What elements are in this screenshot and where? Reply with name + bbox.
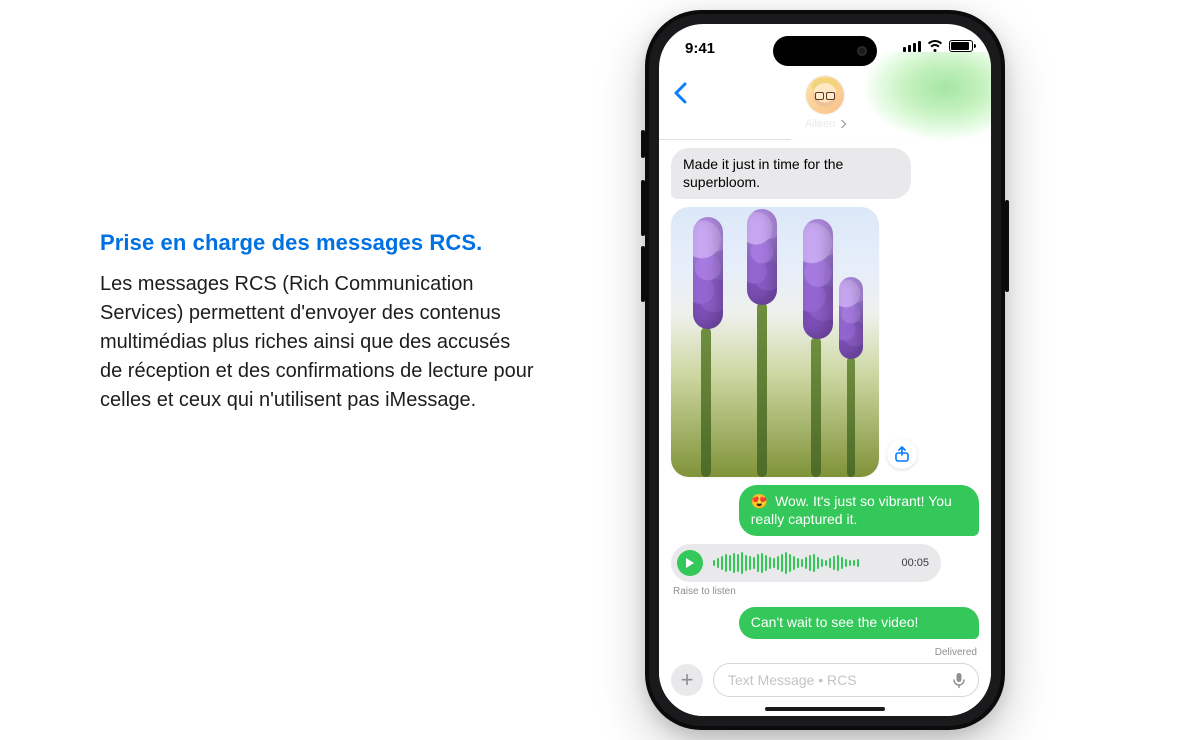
phone-mockup: 9:41 [640, 10, 1010, 730]
phone-mute-switch [641, 130, 645, 158]
outgoing-message-text: Can't wait to see the video! [751, 614, 919, 630]
marketing-copy: Prise en charge des messages RCS. Les me… [100, 230, 535, 415]
voice-duration: 00:05 [901, 557, 929, 569]
heart-eyes-emoji-icon: 😍 [751, 493, 768, 509]
message-thread[interactable]: Made it just in time for the superbloom. [659, 140, 991, 658]
conversation-header: Aileen [659, 72, 991, 140]
phone-volume-up [641, 180, 645, 236]
phone-screen: 9:41 [659, 24, 991, 716]
delivered-label: Delivered [671, 647, 977, 658]
message-input[interactable]: Text Message • RCS [713, 663, 979, 697]
message-input-placeholder: Text Message • RCS [728, 672, 857, 688]
incoming-message-bubble[interactable]: Made it just in time for the superbloom. [671, 148, 911, 199]
home-indicator[interactable] [765, 707, 885, 711]
audio-waveform-icon [713, 552, 891, 574]
incoming-voice-message[interactable]: 00:05 [671, 544, 941, 582]
phone-volume-down [641, 246, 645, 302]
incoming-image-attachment[interactable] [671, 207, 879, 477]
wifi-icon [927, 40, 943, 52]
contact-avatar[interactable] [806, 76, 844, 114]
raise-to-listen-hint: Raise to listen [673, 586, 979, 597]
cellular-signal-icon [903, 41, 921, 52]
attach-button[interactable]: + [671, 664, 703, 696]
play-button[interactable] [677, 550, 703, 576]
copy-body: Les messages RCS (Rich Communication Ser… [100, 270, 535, 415]
dynamic-island [773, 36, 877, 66]
dictate-button[interactable] [950, 671, 968, 689]
share-image-button[interactable] [887, 439, 917, 469]
copy-heading: Prise en charge des messages RCS. [100, 230, 535, 256]
incoming-message-text: Made it just in time for the superbloom. [683, 156, 843, 190]
outgoing-message-bubble[interactable]: Can't wait to see the video! [739, 607, 979, 639]
phone-power-button [1005, 200, 1009, 292]
outgoing-message-text: Wow. It's just so vibrant! You really ca… [751, 493, 952, 527]
back-button[interactable] [673, 82, 687, 104]
battery-icon [949, 40, 973, 52]
status-time: 9:41 [685, 40, 715, 57]
outgoing-message-bubble[interactable]: 😍 Wow. It's just so vibrant! You really … [739, 485, 979, 536]
